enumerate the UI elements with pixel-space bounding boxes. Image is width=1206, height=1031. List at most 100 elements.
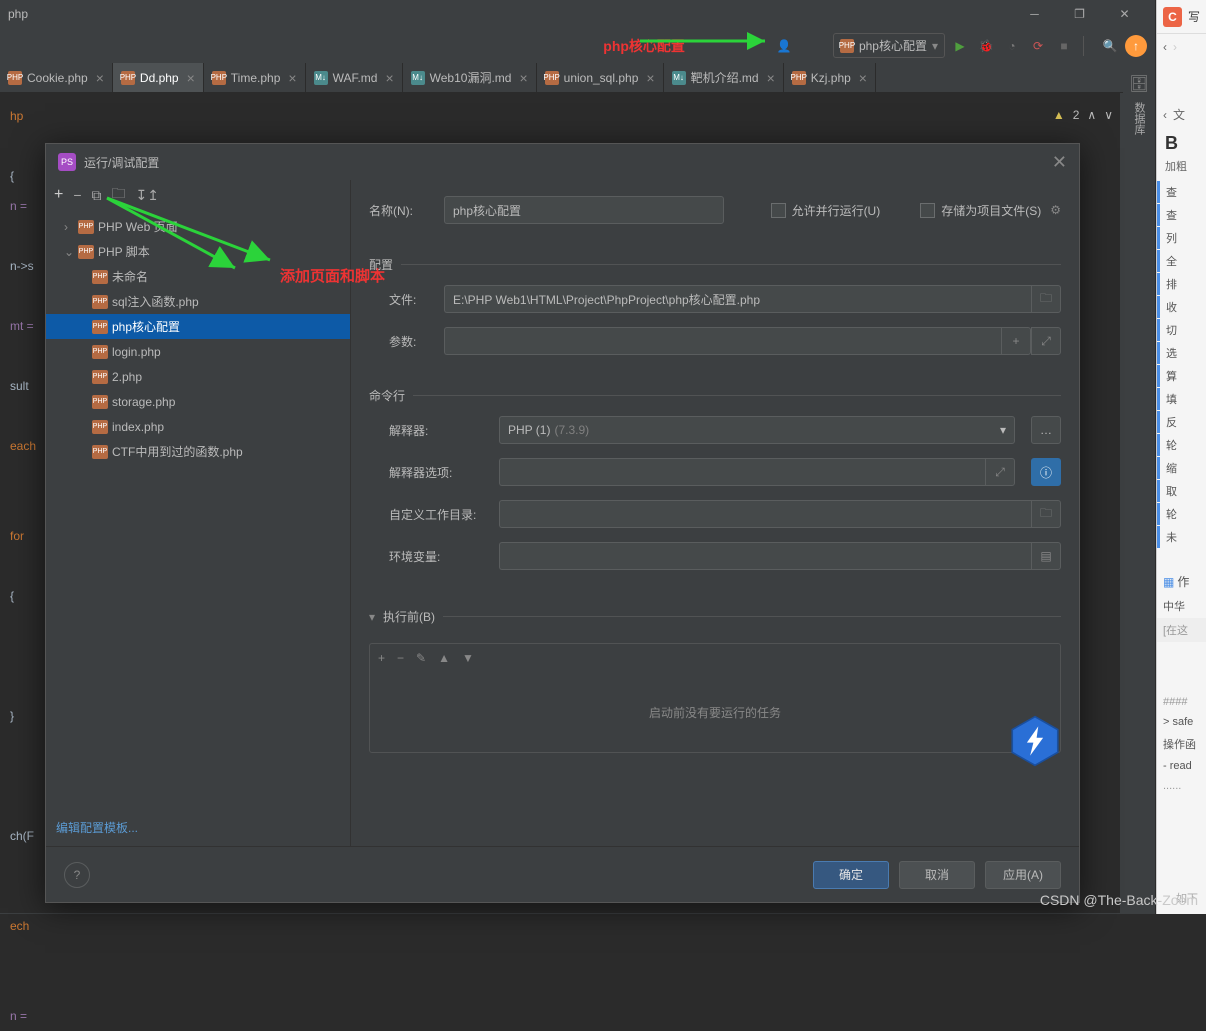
config-tree[interactable]: › PHP PHP Web 页面 ⌄ PHP PHP 脚本 PHP未命名PHPs… <box>46 210 350 809</box>
move-up-button[interactable]: ▲ <box>438 651 450 665</box>
side-outline-item[interactable]: 查 <box>1157 181 1206 203</box>
side-placeholder[interactable]: [在这 <box>1157 618 1206 642</box>
side-outline-item[interactable]: 切 <box>1157 319 1206 341</box>
side-outline-item[interactable]: 选 <box>1157 342 1206 364</box>
gear-icon[interactable]: ⚙ <box>1050 203 1061 217</box>
close-tab-button[interactable]: × <box>187 70 195 86</box>
side-outline-item[interactable]: 收 <box>1157 296 1206 318</box>
next-highlight-button[interactable]: ∨ <box>1104 108 1113 122</box>
ok-button[interactable]: 确定 <box>813 861 889 889</box>
store-as-project-checkbox[interactable]: 存储为项目文件(S) ⚙ <box>920 202 1061 219</box>
close-tab-button[interactable]: × <box>859 70 867 86</box>
tree-item[interactable]: PHPCTF中用到过的函数.php <box>46 439 350 464</box>
apply-button[interactable]: 应用(A) <box>985 861 1061 889</box>
allow-parallel-checkbox[interactable]: 允许并行运行(U) <box>771 202 881 219</box>
tree-category-php-web[interactable]: › PHP PHP Web 页面 <box>46 214 350 239</box>
dialog-close-button[interactable]: ✕ <box>1052 152 1067 173</box>
run-button[interactable]: ▶ <box>949 35 971 57</box>
side-breadcrumb[interactable]: ‹ 文 <box>1157 100 1206 129</box>
tree-item[interactable]: PHP2.php <box>46 364 350 389</box>
editor-tab[interactable]: M↓靶机介绍.md× <box>664 63 784 92</box>
tree-item[interactable]: PHPphp核心配置 <box>46 314 350 339</box>
editor-tab[interactable]: PHPunion_sql.php× <box>537 63 664 92</box>
expand-arg-button[interactable]: ⤢ <box>1031 327 1061 355</box>
database-tool-label[interactable]: 数据库 <box>1131 102 1147 135</box>
close-window-button[interactable]: ✕ <box>1102 0 1147 28</box>
browse-workdir-button[interactable]: 🗀 <box>1031 500 1061 528</box>
interpreter-settings-button[interactable]: … <box>1031 416 1061 444</box>
close-tab-button[interactable]: × <box>767 70 775 86</box>
editor-tab[interactable]: PHPCookie.php× <box>0 63 113 92</box>
browse-file-button[interactable]: 🗀 <box>1031 285 1061 313</box>
name-input[interactable] <box>444 196 724 224</box>
editor-tab[interactable]: M↓Web10漏洞.md× <box>403 63 537 92</box>
side-outline-item[interactable]: 反 <box>1157 411 1206 433</box>
add-arg-button[interactable]: + <box>1001 327 1031 355</box>
search-button[interactable]: 🔍 <box>1099 35 1121 57</box>
minimize-button[interactable]: ─ <box>1012 0 1057 28</box>
workdir-input[interactable] <box>499 500 1031 528</box>
folder-config-button[interactable]: 🗀 <box>112 183 126 207</box>
side-outline-item[interactable]: 查 <box>1157 204 1206 226</box>
csdn-logo-icon[interactable]: C <box>1163 7 1182 27</box>
env-input[interactable] <box>499 542 1031 570</box>
back-icon[interactable]: ‹ <box>1163 40 1167 54</box>
close-tab-button[interactable]: × <box>288 70 296 86</box>
move-down-button[interactable]: ▼ <box>462 651 474 665</box>
warning-icon[interactable]: ▲ <box>1053 108 1065 122</box>
cancel-button[interactable]: 取消 <box>899 861 975 889</box>
edit-task-button[interactable]: ✎ <box>416 651 426 665</box>
debug-button[interactable]: 🐞 <box>975 35 997 57</box>
side-table-row[interactable]: ▦ 作 <box>1157 569 1206 594</box>
checkbox-icon[interactable] <box>920 203 935 218</box>
before-launch-section[interactable]: ▾ 执行前(B) <box>369 608 1061 625</box>
profiler-button[interactable]: ⟳ <box>1027 35 1049 57</box>
tree-item[interactable]: PHPlogin.php <box>46 339 350 364</box>
expand-opts-button[interactable]: ⤢ <box>985 458 1015 486</box>
close-tab-button[interactable]: × <box>646 70 654 86</box>
side-outline-item[interactable]: 缩 <box>1157 457 1206 479</box>
close-tab-button[interactable]: × <box>96 70 104 86</box>
remove-config-button[interactable]: − <box>73 187 81 203</box>
stop-button[interactable]: ■ <box>1053 35 1075 57</box>
tree-category-php-script[interactable]: ⌄ PHP PHP 脚本 <box>46 239 350 264</box>
tree-item[interactable]: PHPsql注入函数.php <box>46 289 350 314</box>
side-nav[interactable]: ‹ › <box>1157 34 1206 60</box>
edit-templates-link[interactable]: 编辑配置模板... <box>46 809 350 846</box>
bold-indicator[interactable]: B <box>1157 129 1206 158</box>
editor-tab[interactable]: M↓WAF.md× <box>306 63 403 92</box>
editor-tab[interactable]: PHPKzj.php× <box>784 63 876 92</box>
maximize-button[interactable]: ❐ <box>1057 0 1102 28</box>
side-outline-item[interactable]: 轮 <box>1157 434 1206 456</box>
side-outline-item[interactable]: 列 <box>1157 227 1206 249</box>
add-config-button[interactable]: + <box>54 186 63 204</box>
args-input[interactable] <box>444 327 1001 355</box>
tree-item[interactable]: PHPstorage.php <box>46 389 350 414</box>
close-tab-button[interactable]: × <box>519 70 527 86</box>
sort-config-button[interactable]: ↧↥ <box>136 187 159 204</box>
side-outline-item[interactable]: 排 <box>1157 273 1206 295</box>
close-tab-button[interactable]: × <box>385 70 393 86</box>
user-icon[interactable]: 👤 <box>773 35 795 57</box>
copy-config-button[interactable]: ⧉ <box>92 187 102 204</box>
help-button[interactable]: ? <box>64 862 90 888</box>
file-path-input[interactable] <box>444 285 1031 313</box>
edit-env-button[interactable]: ▤ <box>1031 542 1061 570</box>
side-outline-item[interactable]: 填 <box>1157 388 1206 410</box>
side-outline-item[interactable]: 取 <box>1157 480 1206 502</box>
add-task-button[interactable]: + <box>378 651 385 665</box>
info-button[interactable]: ⓘ <box>1031 458 1061 486</box>
database-tool-icon[interactable]: 🗄 <box>1129 74 1149 94</box>
run-config-selector[interactable]: PHP php核心配置 ▾ <box>833 33 945 58</box>
remove-task-button[interactable]: − <box>397 651 404 665</box>
tree-item[interactable]: PHPindex.php <box>46 414 350 439</box>
editor-tab[interactable]: PHPDd.php× <box>113 63 204 92</box>
checkbox-icon[interactable] <box>771 203 786 218</box>
interpreter-select[interactable]: PHP (1) (7.3.9) ▾ <box>499 416 1015 444</box>
prev-highlight-button[interactable]: ∧ <box>1087 108 1096 122</box>
side-outline-item[interactable]: 全 <box>1157 250 1206 272</box>
forward-icon[interactable]: › <box>1173 40 1177 54</box>
side-outline-item[interactable]: 轮 <box>1157 503 1206 525</box>
notifications-button[interactable]: ↑ <box>1125 35 1147 57</box>
coverage-button[interactable]: ◔ <box>1001 35 1023 57</box>
